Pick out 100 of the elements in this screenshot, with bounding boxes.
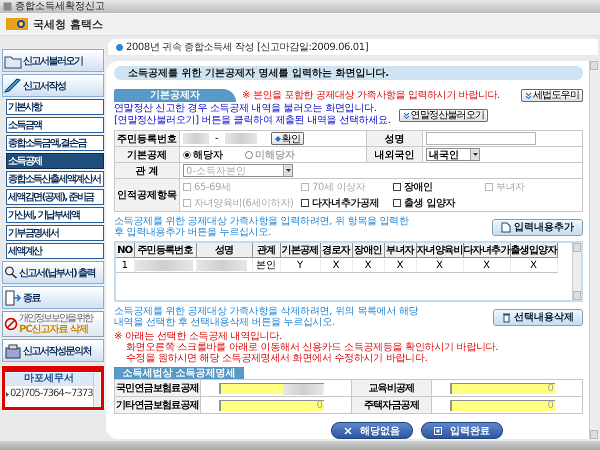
document-icon	[501, 222, 511, 232]
table-cell: X	[463, 258, 510, 272]
scrollbar[interactable]	[572, 243, 581, 300]
sidebar-button[interactable]: 신고서작성문의처	[2, 339, 104, 362]
amount-field: 0	[450, 382, 555, 394]
caret-icon	[472, 153, 478, 156]
sidebar-item[interactable]: 세액감면(공제), 준비금	[6, 189, 104, 205]
column-header: 성명	[196, 243, 252, 258]
sidebar-button[interactable]: 신고서(납부서) 출력	[2, 261, 104, 284]
delete-label: PC신고자료 삭제	[19, 324, 88, 335]
table-cell: X	[352, 258, 384, 272]
sidebar-item[interactable]: 기본사항	[6, 99, 104, 115]
blurred-cell	[196, 260, 246, 270]
sidebar-item[interactable]: 세액계산	[6, 243, 104, 259]
field-label: 내외국인	[366, 146, 423, 162]
double-arrow-icon	[524, 92, 532, 98]
sidebar-item[interactable]: 종합소득금액,결손금	[6, 135, 104, 151]
confirm-button[interactable]: 확인	[270, 132, 304, 145]
page-banner: 소득공제를 위한 기본공제자 명세를 입력하는 화면입니다.	[114, 66, 583, 80]
warning-text: ※ 본인을 포함한 공제대상 가족사항을 입력하시기 바랍니다.	[242, 89, 501, 102]
table-row[interactable]: 1 본인 Y X X X X X X	[116, 258, 558, 272]
field-label: 교육비공제	[351, 380, 432, 396]
brand-name: 국세청 홈택스	[33, 16, 103, 32]
field-label: 성명	[366, 130, 423, 146]
complete-button[interactable]: 입력완료	[421, 422, 503, 439]
field-label: 주택자금공제	[351, 396, 432, 414]
notice-text: 수정을 원하시면 해당 소득공제명세서 화면에서 수정하시기 바랍니다.	[125, 353, 428, 364]
scrollbar[interactable]	[589, 61, 598, 439]
column-header: 자녀양육비	[416, 243, 464, 258]
delete-data-button[interactable]: 개인정보보안을 위한 PC신고자료 삭제	[2, 311, 104, 337]
close-icon	[344, 426, 352, 434]
notice-text: ※ 아래는 선택한 소득공제 내역입니다.	[114, 331, 283, 342]
sidebar-button[interactable]: 종료	[2, 286, 104, 309]
add-instructions: 소득공제를 위한 공제대상 가족사항을 입력하려면, 위 항목을 입력한 후 입력내용추가 버튼을 누르십시오.	[114, 216, 410, 238]
trash-icon	[502, 312, 511, 322]
column-header: 관계	[252, 243, 280, 258]
amount-field: 0	[450, 400, 555, 410]
sidebar-item[interactable]: 기부금명세서	[6, 225, 104, 241]
bullet-icon	[6, 392, 9, 396]
help-button[interactable]: 세법도우미	[520, 88, 583, 102]
table-cell: X	[384, 258, 416, 272]
add-entry-button[interactable]: 입력내용추가	[492, 218, 583, 236]
app-icon	[3, 2, 12, 11]
magnifier-icon	[4, 266, 18, 279]
delete-entry-button[interactable]: 선택내용삭제	[493, 308, 583, 326]
field-label: 인적공제항목	[114, 178, 180, 212]
scrollbar[interactable]	[92, 372, 101, 407]
column-header: 다자녀추가	[463, 243, 510, 258]
import-info-text: 연말정산 신고한 경우 소득공제 내역을 불러오는 화면입니다.	[114, 103, 378, 115]
import-info-text: [연말정산불러오기] 버튼을 클릭하여 제출된 내역을 선택하세요.	[114, 115, 391, 127]
sidebar-item[interactable]: 소득금액	[6, 117, 104, 133]
field-label: 국민연금보험료공제	[114, 380, 200, 396]
table-cell: 본인	[252, 258, 280, 272]
prohibited-icon	[4, 317, 18, 331]
name-field[interactable]	[426, 132, 536, 144]
sidebar-button[interactable]: 신고서불러오기	[2, 49, 104, 72]
sidebar-item[interactable]: 종합소득산출세액계산서	[6, 171, 104, 187]
column-header: 부녀자	[384, 243, 416, 258]
phone-book-icon	[4, 342, 22, 358]
id-back-field[interactable]	[224, 133, 257, 144]
tax-office-name: 마포세무서	[5, 372, 93, 386]
sidebar-item[interactable]: 가산세, 기납부세액	[6, 207, 104, 223]
column-header: NO	[116, 243, 134, 258]
column-header: 기본공제	[280, 243, 320, 258]
phone-number: 02)705-7364~7373	[10, 387, 93, 401]
delete-caption: 개인정보보안을 위한	[19, 313, 92, 324]
sidebar-button[interactable]: 신고서작성	[2, 74, 104, 97]
checkbox[interactable]: 장애인	[393, 180, 485, 194]
bullet-icon	[116, 44, 123, 50]
door-icon	[4, 290, 22, 306]
pen-icon	[4, 78, 22, 94]
separator: -	[215, 133, 219, 144]
diamond-icon	[274, 136, 281, 142]
square-icon	[434, 426, 442, 434]
import-button[interactable]: 연말정산불러오기	[398, 108, 488, 122]
nationality-dropdown[interactable]: 내국인	[426, 148, 480, 161]
table-cell: X	[416, 258, 464, 272]
table-cell: Y	[280, 258, 320, 272]
table-cell: X	[320, 258, 352, 272]
radio-option[interactable]: 해당자	[183, 148, 223, 162]
field-label: 기본공제	[114, 146, 180, 162]
delete-instructions: 소득공제를 위한 공제대상 가족사항을 삭제하려면, 위의 목록에서 해당내역을 선택한 후 선택내용삭제 버튼을 누르십시오.	[114, 306, 420, 328]
logo-icon	[6, 18, 28, 30]
field-label: 기타연금보험료공제	[114, 396, 200, 414]
amount-field: 0	[218, 400, 324, 410]
id-front-field[interactable]	[183, 133, 209, 144]
checkbox[interactable]: 출생 입양자	[393, 196, 485, 210]
checkbox[interactable]: 다자녀추가공제	[301, 196, 393, 210]
window-title: 종합소득세확정신고	[15, 0, 105, 12]
field-label: 관 계	[114, 162, 180, 178]
table-cell: 1	[116, 258, 134, 272]
field-label: 주민등록번호	[114, 130, 180, 146]
double-arrow-icon	[402, 112, 410, 118]
column-header: 장애인	[352, 243, 384, 258]
sidebar-item[interactable]: 소득공제	[6, 153, 104, 169]
table-cell: X	[510, 258, 558, 272]
notice-text: 화면오른쪽 스크롤바를 아래로 이동해서 신용카드 소득공제등을 확인하시기 바랍니다.	[125, 342, 500, 353]
not-applicable-button[interactable]: 해당없음	[331, 422, 413, 439]
column-header: 출생입양자	[510, 243, 558, 258]
column-header: 주민등록번호	[134, 243, 196, 258]
